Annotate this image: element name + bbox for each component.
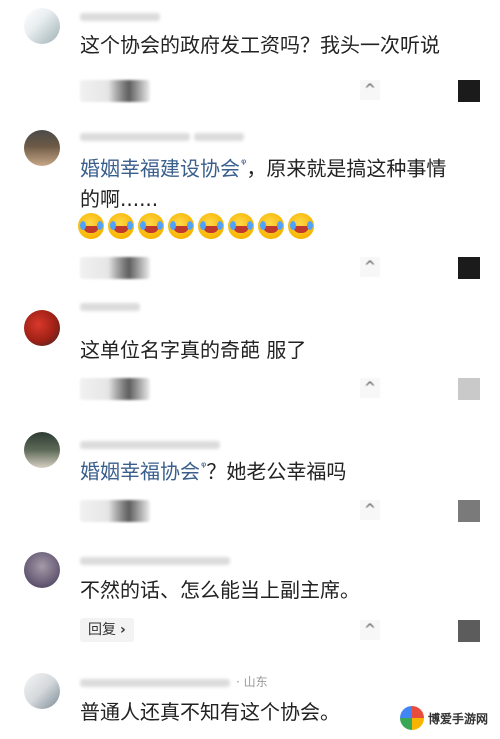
like-area[interactable]: ^ [360, 255, 480, 281]
comment-meta [80, 300, 140, 312]
comment-text: 这单位名字真的奇葩 服了 [80, 338, 307, 362]
crying-laughing-emoji-icon [258, 213, 284, 239]
like-icon[interactable]: ^ [360, 257, 380, 277]
comment-meta [80, 130, 244, 142]
chevron-right-icon: › [120, 622, 126, 638]
redacted-block [458, 500, 480, 522]
redacted-block [458, 378, 480, 400]
reply-area-blurred[interactable] [80, 500, 150, 522]
comment-meta [80, 554, 230, 566]
reply-area-blurred[interactable] [80, 257, 150, 279]
crying-laughing-emoji-icon [78, 213, 104, 239]
like-area[interactable]: ^ [360, 618, 480, 644]
redacted-block [458, 257, 480, 279]
redacted-block [458, 80, 480, 102]
crying-laughing-emoji-icon [138, 213, 164, 239]
avatar[interactable] [24, 8, 60, 44]
comment-text: 不然的话、怎么能当上副主席。 [80, 578, 360, 602]
comment-text: 婚姻幸福建设协会ᵠ，原来就是搞这种事情 的啊...... [80, 156, 447, 211]
emoji-row [78, 213, 314, 239]
watermark-text: 博爱手游网 [427, 711, 488, 726]
avatar[interactable] [24, 552, 60, 588]
crying-laughing-emoji-icon [228, 213, 254, 239]
crying-laughing-emoji-icon [198, 213, 224, 239]
crying-laughing-emoji-icon [168, 213, 194, 239]
crying-laughing-emoji-icon [108, 213, 134, 239]
avatar[interactable] [24, 673, 60, 709]
reply-button[interactable]: 回复 › [80, 618, 134, 642]
watermark-logo-icon [399, 706, 424, 730]
like-area[interactable]: ^ [360, 78, 480, 104]
crying-laughing-emoji-icon [288, 213, 314, 239]
like-icon[interactable]: ^ [360, 80, 380, 100]
comment-meta: · 山东 [80, 673, 268, 689]
like-icon[interactable]: ^ [360, 500, 380, 520]
avatar[interactable] [24, 130, 60, 166]
redacted-block [458, 620, 480, 642]
mention-link[interactable]: 婚姻幸福建设协会 [80, 157, 240, 181]
mention-link[interactable]: 婚姻幸福协会 [80, 460, 200, 484]
comment-meta [80, 10, 160, 22]
watermark: 博爱手游网 [399, 703, 488, 733]
like-area[interactable]: ^ [360, 376, 480, 402]
reply-area-blurred[interactable] [80, 80, 150, 102]
reply-label: 回复 [88, 622, 116, 638]
like-area[interactable]: ^ [360, 498, 480, 524]
comment-text: 这个协会的政府发工资吗？我头一次听说 [80, 33, 440, 57]
like-icon[interactable]: ^ [360, 378, 380, 398]
reply-area-blurred[interactable] [80, 378, 150, 400]
avatar[interactable] [24, 310, 60, 346]
like-icon[interactable]: ^ [360, 620, 380, 640]
comment-text: 婚姻幸福协会ᵠ？她老公幸福吗 [80, 459, 347, 484]
location-label: · 山东 [236, 675, 268, 689]
comment-meta [80, 438, 220, 450]
avatar[interactable] [24, 432, 60, 468]
